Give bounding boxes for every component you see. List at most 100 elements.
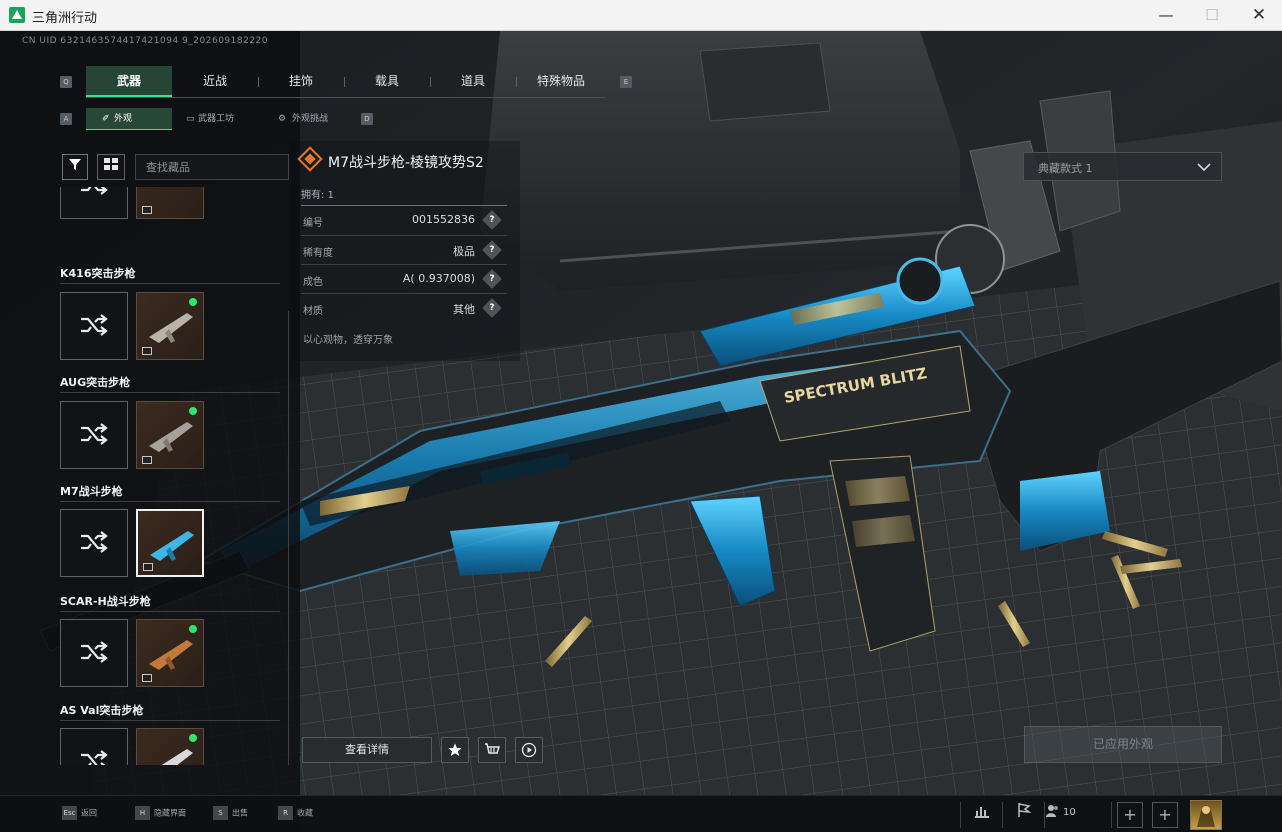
attr-value: 极品 bbox=[453, 245, 475, 258]
hint-label: 出售 bbox=[232, 808, 248, 818]
maximize-button[interactable]: ☐ bbox=[1189, 0, 1235, 31]
random-skin-button[interactable] bbox=[60, 401, 128, 469]
random-skin-button[interactable] bbox=[60, 619, 128, 687]
attr-row-wear: 成色 A( 0.937008) ? bbox=[301, 264, 507, 292]
group-divider bbox=[60, 392, 280, 393]
help-icon[interactable]: ? bbox=[482, 269, 502, 289]
attr-value: 其他 bbox=[453, 303, 475, 316]
key-cap: S bbox=[213, 806, 228, 820]
rifle-icon bbox=[149, 313, 193, 343]
group-divider bbox=[60, 611, 280, 612]
rifle-icon bbox=[150, 531, 194, 561]
weapon-skin-list[interactable]: K416突击步枪 AUG突击步枪 M7战斗步枪 SCAR-H战斗步枪 AS Va… bbox=[0, 187, 290, 765]
hint-collect[interactable]: R 收藏 bbox=[278, 806, 313, 820]
subtab-challenges[interactable]: ⚙ 外观挑战 bbox=[264, 108, 360, 130]
weapon-group-title: SCAR-H战斗步枪 bbox=[60, 595, 151, 608]
shuffle-icon bbox=[81, 187, 108, 195]
skin-thumbnail[interactable] bbox=[136, 619, 204, 687]
random-skin-button[interactable] bbox=[60, 509, 128, 577]
search-input[interactable] bbox=[135, 154, 289, 180]
flag-button[interactable] bbox=[1006, 798, 1042, 831]
tab-items[interactable]: 道具 bbox=[430, 66, 516, 97]
help-icon[interactable]: ? bbox=[482, 210, 502, 230]
preset-dropdown[interactable]: 典藏款式 1 bbox=[1023, 152, 1222, 181]
add-friend-slot-button[interactable]: + bbox=[1152, 802, 1178, 828]
player-count: 10 bbox=[1063, 807, 1076, 818]
subtab-challenges-label: 外观挑战 bbox=[292, 114, 329, 124]
filter-button[interactable] bbox=[62, 154, 88, 180]
favorite-button[interactable] bbox=[441, 737, 469, 763]
skin-thumbnail[interactable] bbox=[136, 728, 204, 765]
view-details-button[interactable]: 查看详情 bbox=[302, 737, 432, 763]
tab-special-items[interactable]: 特殊物品 bbox=[516, 66, 606, 97]
skin-thumbnail[interactable] bbox=[136, 401, 204, 469]
subtab-appearance-label: 外观 bbox=[114, 114, 133, 124]
help-icon[interactable]: ? bbox=[482, 298, 502, 318]
add-friend-slot-button[interactable]: + bbox=[1117, 802, 1143, 828]
attr-label: 成色 bbox=[303, 277, 323, 288]
weapon-group-title: AUG突击步枪 bbox=[60, 376, 131, 389]
skin-card-icon bbox=[142, 674, 152, 682]
help-glyph: ? bbox=[489, 274, 495, 284]
star-icon bbox=[448, 743, 462, 756]
subtab-appearance[interactable]: ✐ 外观 bbox=[86, 108, 172, 130]
tab-vehicles[interactable]: 载具 bbox=[344, 66, 430, 97]
owned-indicator bbox=[189, 625, 197, 633]
player-uid: CN UID 6321463574417421094 9_20260918222… bbox=[22, 36, 269, 46]
group-divider bbox=[60, 501, 280, 502]
random-skin-button[interactable] bbox=[60, 292, 128, 360]
attr-row-material: 材质 其他 ? bbox=[301, 293, 507, 321]
rifle-icon bbox=[149, 640, 193, 670]
hint-label: 收藏 bbox=[297, 808, 313, 818]
grid-view-icon bbox=[104, 158, 118, 170]
skin-card-icon bbox=[142, 456, 152, 464]
owned-indicator bbox=[189, 734, 197, 742]
group-divider bbox=[60, 720, 280, 721]
grid-view-button[interactable] bbox=[97, 154, 125, 180]
tab-weapons[interactable]: 武器 bbox=[86, 66, 172, 97]
list-scroll-track[interactable] bbox=[288, 311, 289, 765]
skin-card-icon bbox=[143, 563, 153, 571]
rifle-icon bbox=[149, 422, 193, 452]
attr-value: A( 0.937008) bbox=[402, 272, 475, 285]
skin-thumbnail[interactable] bbox=[136, 187, 204, 219]
shuffle-icon bbox=[81, 750, 108, 765]
armory-screen: SPECTRUM BLITZ CN UID 632146357441742109… bbox=[0, 31, 1282, 832]
attr-label: 材质 bbox=[303, 306, 323, 317]
hint-sell[interactable]: S 出售 bbox=[213, 806, 248, 820]
skin-thumbnail-selected[interactable] bbox=[136, 509, 204, 577]
help-glyph: ? bbox=[489, 245, 495, 255]
help-icon[interactable]: ? bbox=[482, 240, 502, 260]
app-logo-icon bbox=[9, 7, 25, 23]
challenge-icon: ⚙ bbox=[278, 114, 287, 124]
workshop-icon: ▭ bbox=[186, 114, 195, 124]
random-skin-button[interactable] bbox=[60, 187, 128, 219]
skin-card-icon bbox=[142, 347, 152, 355]
subtab-workshop-label: 武器工坊 bbox=[198, 114, 235, 124]
applied-skin-button[interactable]: 已应用外观 bbox=[1024, 726, 1222, 763]
tab-charms[interactable]: 挂饰 bbox=[258, 66, 344, 97]
hint-hide-ui[interactable]: H 隐藏界面 bbox=[135, 806, 186, 820]
stats-button[interactable] bbox=[964, 798, 1000, 831]
next-tab-key-hint: E bbox=[620, 76, 632, 88]
filter-icon bbox=[69, 159, 81, 170]
help-glyph: ? bbox=[489, 303, 495, 313]
preview-play-button[interactable] bbox=[515, 737, 543, 763]
subtab-workshop[interactable]: ▭ 武器工坊 bbox=[178, 108, 264, 130]
avatar[interactable] bbox=[1190, 800, 1222, 830]
close-button[interactable]: ✕ bbox=[1236, 0, 1282, 31]
owned-indicator bbox=[189, 298, 197, 306]
market-button[interactable] bbox=[478, 737, 506, 763]
key-cap: Esc bbox=[62, 806, 77, 820]
key-cap: R bbox=[278, 806, 293, 820]
attr-label: 稀有度 bbox=[303, 248, 333, 259]
footer-divider bbox=[960, 802, 961, 828]
tab-melee[interactable]: 近战 bbox=[172, 66, 258, 97]
weapon-group-title: K416突击步枪 bbox=[60, 267, 136, 280]
hint-back[interactable]: Esc 返回 bbox=[62, 806, 97, 820]
skin-thumbnail[interactable] bbox=[136, 292, 204, 360]
minimize-button[interactable]: — bbox=[1143, 0, 1189, 31]
players-icon bbox=[1046, 798, 1060, 831]
play-circle-icon bbox=[521, 742, 537, 758]
random-skin-button[interactable] bbox=[60, 728, 128, 765]
